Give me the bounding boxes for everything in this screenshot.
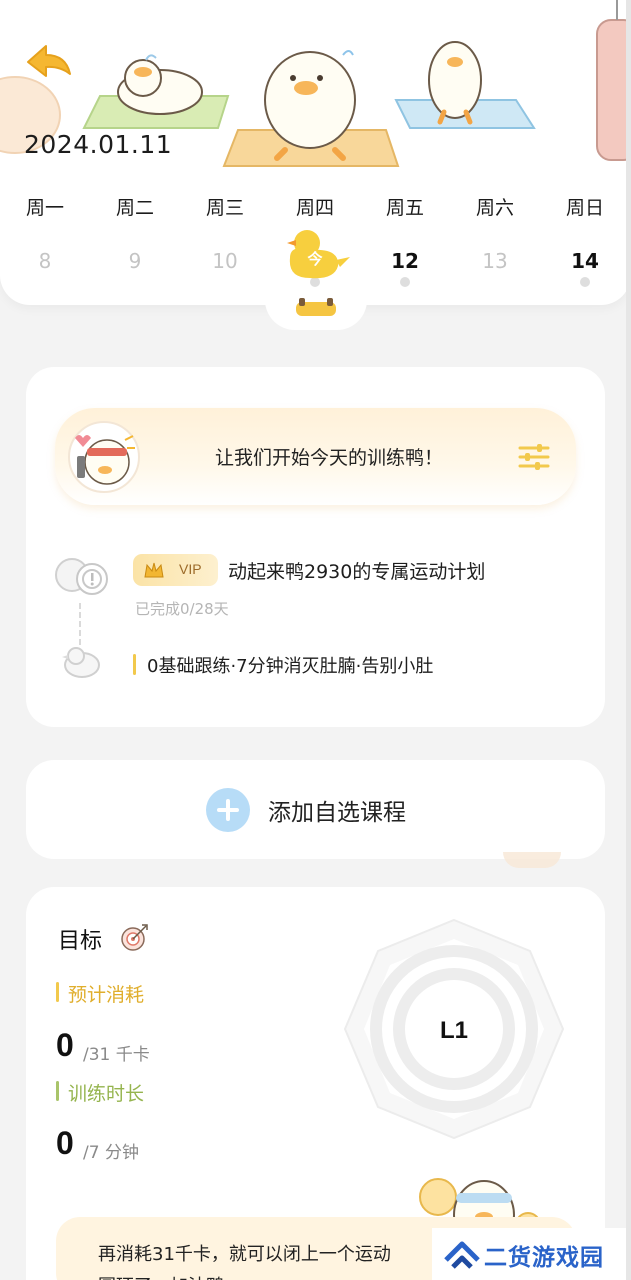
calories-unit: /31 千卡 — [83, 1045, 150, 1065]
plan-progress: 已完成0/28天 — [135, 600, 229, 618]
target-icon — [121, 924, 148, 951]
course-title[interactable]: 0基础跟练·7分钟消灭肚腩·告别小肚 — [147, 652, 433, 678]
weekday-label: 周三 — [205, 197, 244, 219]
day-number: 13 — [482, 249, 508, 273]
training-plan-card: 让我们开始今天的训练鸭！ VIP 动起来鸭2930的专属运动计划 已完成0/28… — [26, 367, 605, 727]
activity-dot — [400, 277, 410, 287]
day-sat[interactable]: 周六 13 — [455, 190, 535, 290]
timeline-connector — [79, 603, 81, 645]
add-course-label: 添加自选课程 — [268, 800, 406, 826]
scrollbar[interactable] — [626, 0, 631, 1280]
weekday-label: 周六 — [475, 197, 514, 219]
collapse-handle[interactable] — [265, 290, 367, 330]
duck-alert-icon — [55, 558, 108, 595]
sliders-icon[interactable] — [517, 440, 551, 474]
course-marker — [133, 654, 136, 675]
day-number: 8 — [38, 249, 52, 273]
start-training-banner[interactable]: 让我们开始今天的训练鸭！ — [55, 408, 576, 505]
vip-label: VIP — [179, 561, 202, 577]
duck-outline-icon — [62, 647, 100, 678]
calories-label: 预计消耗 — [68, 984, 145, 1006]
today-marker: 今 — [307, 250, 323, 268]
site-watermark: 二货游戏园 — [432, 1228, 631, 1280]
current-date: 2024.01.11 — [24, 130, 173, 159]
calories-marker — [56, 982, 59, 1002]
duration-unit: /7 分钟 — [83, 1143, 139, 1163]
day-number: 12 — [391, 249, 419, 273]
crown-icon — [144, 562, 164, 578]
plus-icon — [206, 788, 250, 832]
weekday-label: 周四 — [295, 197, 334, 219]
plan-title[interactable]: 动起来鸭2930的专属运动计划 — [228, 557, 485, 584]
day-wed[interactable]: 周三 10 — [185, 190, 265, 290]
day-number: 14 — [571, 249, 599, 273]
duration-marker — [56, 1081, 59, 1101]
duck-feet-icon — [296, 298, 336, 316]
watermark-logo-icon — [444, 1241, 480, 1269]
vip-badge: VIP — [133, 554, 218, 586]
add-custom-course-button[interactable]: 添加自选课程 — [26, 760, 605, 859]
banner-text: 让我们开始今天的训练鸭！ — [215, 447, 444, 469]
duck-avatar — [68, 421, 140, 493]
calendar-header: 2024.01.11 周一 8 周二 9 周三 10 周四 周五 12 周六 1… — [0, 0, 631, 305]
day-fri[interactable]: 周五 12 — [365, 190, 445, 290]
weekday-label: 周五 — [385, 197, 424, 219]
goal-card: 目标 预计消耗 0 /31 千卡 训练时长 0 /7 分钟 L1 再消耗31千卡… — [26, 887, 605, 1280]
watermark-text: 二货游戏园 — [484, 1245, 604, 1271]
day-number: 10 — [212, 249, 238, 273]
activity-dot — [580, 277, 590, 287]
decorative-peek — [503, 852, 561, 868]
duration-label: 训练时长 — [68, 1083, 145, 1105]
weekday-label: 周日 — [565, 197, 604, 219]
weekday-label: 周二 — [115, 197, 154, 219]
day-sun[interactable]: 周日 14 — [545, 190, 625, 290]
day-tue[interactable]: 周二 9 — [95, 190, 175, 290]
weekday-label: 周一 — [25, 197, 64, 219]
day-mon[interactable]: 周一 8 — [5, 190, 85, 290]
day-number: 9 — [128, 249, 142, 273]
tip-text: 再消耗31千卡，就可以闭上一个运动圆环了，加油鸭~ — [98, 1244, 391, 1280]
calories-value: 0 — [56, 1027, 74, 1063]
duration-value: 0 — [56, 1125, 74, 1161]
back-arrow-icon[interactable] — [18, 40, 78, 90]
level-badge: L1 — [439, 1017, 468, 1044]
goal-title: 目标 — [58, 929, 103, 954]
